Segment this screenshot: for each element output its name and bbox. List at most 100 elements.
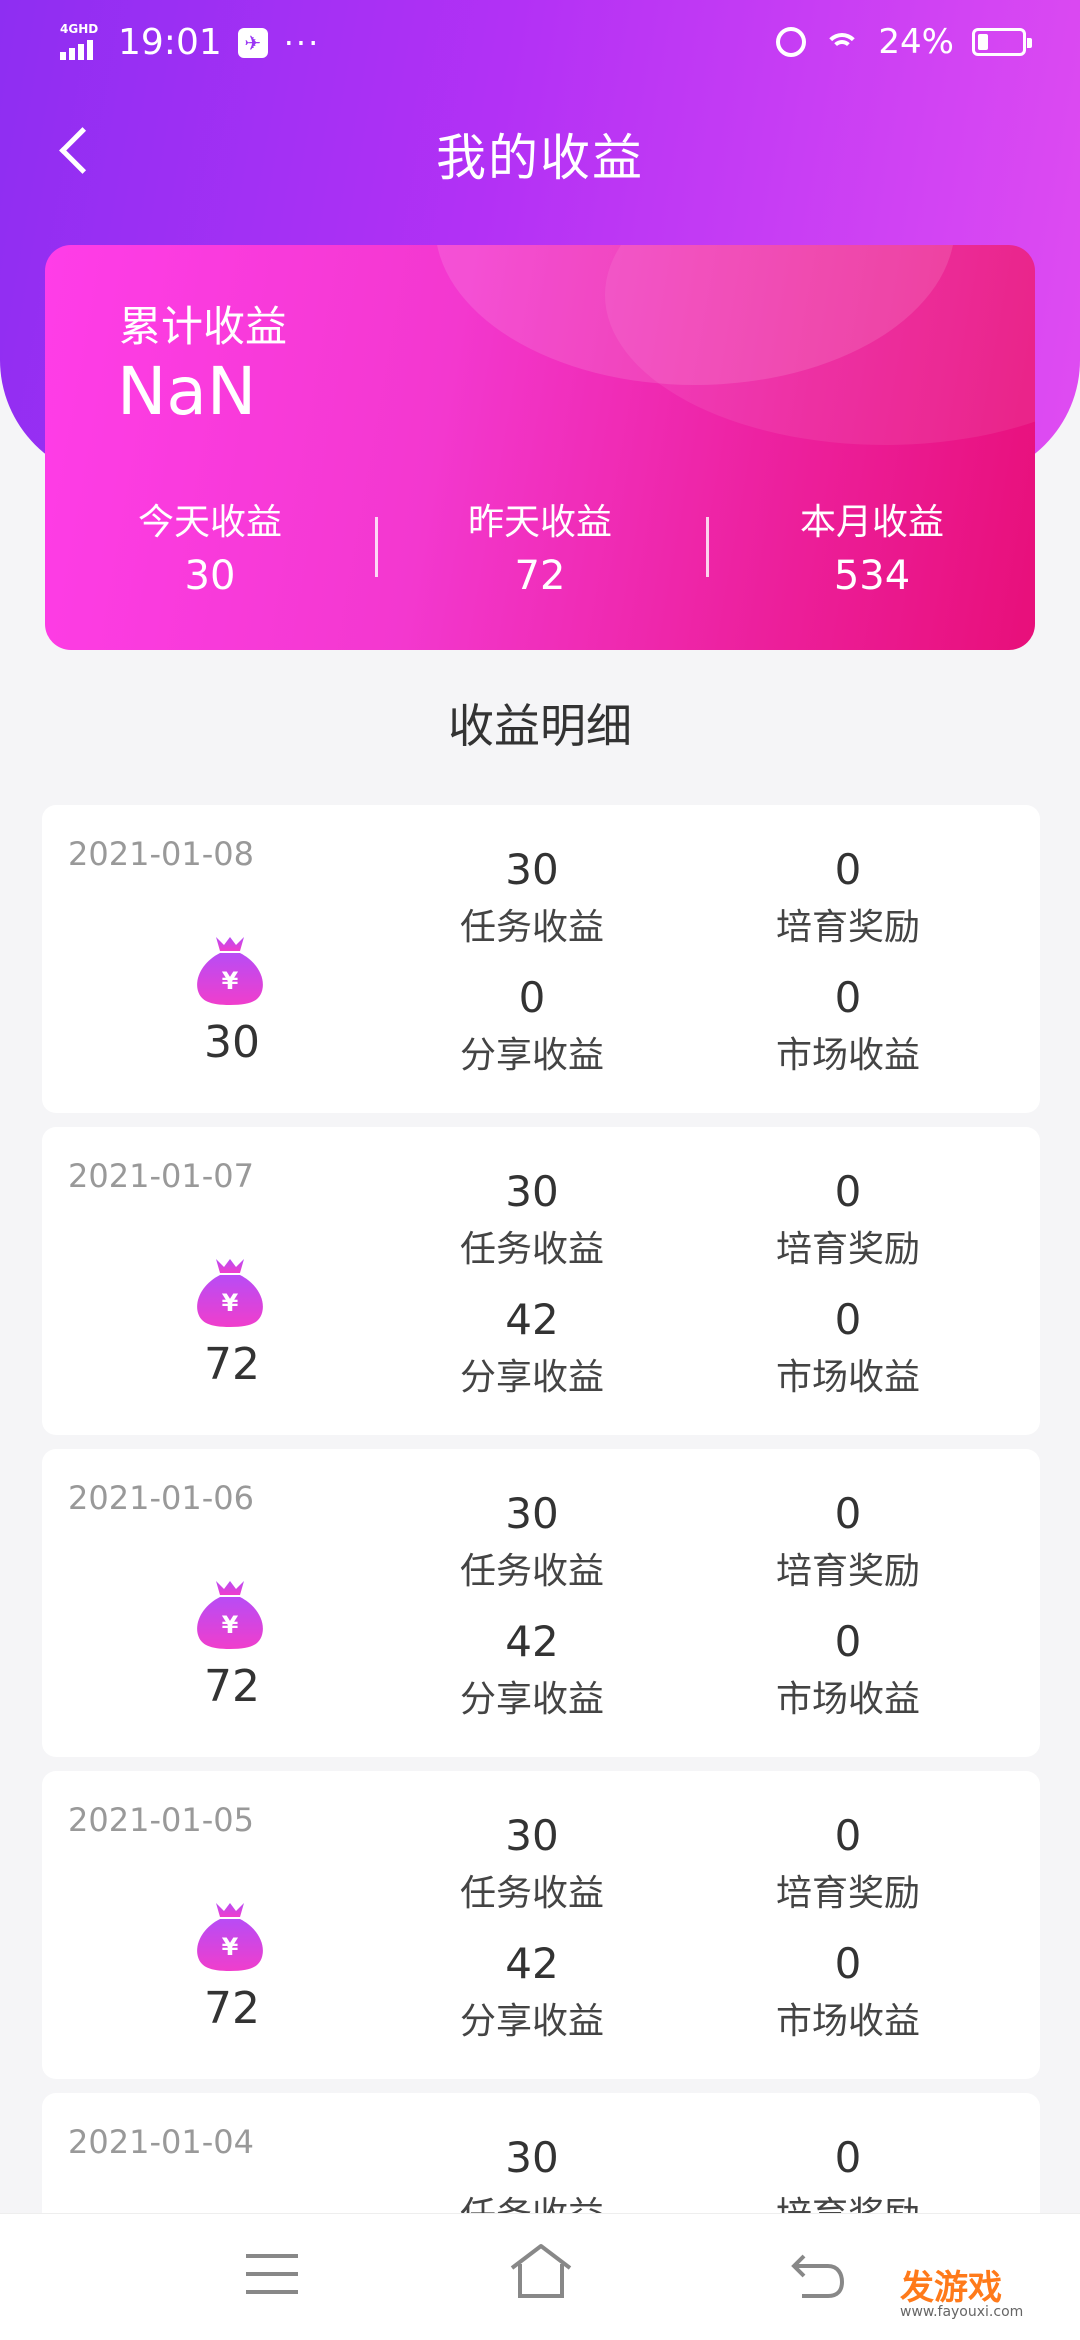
record-date: 2021-01-06 bbox=[68, 1479, 254, 1517]
share-label: 分享收益 bbox=[459, 1679, 604, 1720]
return-icon[interactable] bbox=[790, 2248, 846, 2300]
menu-icon[interactable] bbox=[246, 2254, 298, 2294]
market-value: 0 bbox=[834, 1939, 862, 1988]
record-total: 72 bbox=[204, 1661, 260, 1712]
nurture-value: 0 bbox=[834, 2133, 862, 2182]
share-earnings: 0 分享收益 bbox=[382, 973, 682, 1078]
stat-label: 今天收益 bbox=[137, 502, 282, 543]
record-date: 2021-01-08 bbox=[68, 835, 254, 873]
nav-bar: 我的收益 bbox=[0, 100, 1080, 200]
svg-text:¥: ¥ bbox=[222, 967, 239, 995]
svg-text:¥: ¥ bbox=[222, 1933, 239, 1961]
task-value: 30 bbox=[505, 2133, 559, 2182]
market-label: 市场收益 bbox=[775, 1357, 920, 1398]
nurture-reward: 0 培育奖励 bbox=[698, 1489, 998, 1594]
share-label: 分享收益 bbox=[459, 1357, 604, 1398]
market-label: 市场收益 bbox=[775, 1679, 920, 1720]
list-item[interactable]: 2021-01-05 ¥ 72 30 任务收益 0 培育奖励 42 分享收益 0… bbox=[42, 1771, 1040, 2079]
stat-yesterday: 昨天收益 72 bbox=[375, 493, 705, 599]
market-earnings: 0 市场收益 bbox=[698, 1939, 998, 2044]
task-value: 30 bbox=[505, 1811, 559, 1860]
nurture-label: 培育奖励 bbox=[775, 1873, 920, 1914]
status-bar: 4GHD 19:01 ✈ ··· 24% bbox=[0, 0, 1080, 84]
share-earnings: 42 分享收益 bbox=[382, 1939, 682, 2044]
task-value: 30 bbox=[505, 1167, 559, 1216]
nurture-label: 培育奖励 bbox=[775, 1229, 920, 1270]
stat-value: 72 bbox=[514, 553, 566, 599]
list-item[interactable]: 2021-01-06 ¥ 72 30 任务收益 0 培育奖励 42 分享收益 0… bbox=[42, 1449, 1040, 1757]
decorative-circle bbox=[605, 245, 1035, 445]
nurture-value: 0 bbox=[834, 845, 862, 894]
task-value: 30 bbox=[505, 845, 559, 894]
market-value: 0 bbox=[834, 973, 862, 1022]
nurture-value: 0 bbox=[834, 1167, 862, 1216]
share-value: 42 bbox=[505, 1939, 559, 1988]
share-value: 42 bbox=[505, 1295, 559, 1344]
share-value: 42 bbox=[505, 1617, 559, 1666]
stat-label: 昨天收益 bbox=[467, 502, 612, 543]
list-item[interactable]: 2021-01-07 ¥ 72 30 任务收益 0 培育奖励 42 分享收益 0… bbox=[42, 1127, 1040, 1435]
market-value: 0 bbox=[834, 1617, 862, 1666]
money-bag-icon: ¥ bbox=[197, 1581, 263, 1649]
stat-month: 本月收益 534 bbox=[707, 493, 1035, 599]
share-earnings: 42 分享收益 bbox=[382, 1617, 682, 1722]
task-earnings: 30 任务收益 bbox=[382, 1811, 682, 1916]
status-time: 19:01 bbox=[118, 22, 222, 63]
svg-text:¥: ¥ bbox=[222, 1611, 239, 1639]
market-earnings: 0 市场收益 bbox=[698, 973, 998, 1078]
share-earnings: 42 分享收益 bbox=[382, 1295, 682, 1400]
nurture-label: 培育奖励 bbox=[775, 1551, 920, 1592]
task-label: 任务收益 bbox=[459, 1551, 604, 1592]
page-title: 我的收益 bbox=[436, 129, 644, 187]
nurture-label: 培育奖励 bbox=[775, 907, 920, 948]
task-earnings: 30 任务收益 bbox=[382, 1167, 682, 1272]
record-total: 72 bbox=[204, 1983, 260, 2034]
nurture-value: 0 bbox=[834, 1811, 862, 1860]
money-bag-icon: ¥ bbox=[197, 1259, 263, 1327]
stat-value: 534 bbox=[833, 553, 911, 599]
market-label: 市场收益 bbox=[775, 1035, 920, 1076]
task-value: 30 bbox=[505, 1489, 559, 1538]
signal-icon: 4GHD bbox=[60, 22, 102, 60]
section-title: 收益明细 bbox=[448, 699, 632, 753]
total-earnings-value: NaN bbox=[117, 353, 257, 430]
stat-value: 30 bbox=[184, 553, 236, 599]
battery-icon bbox=[972, 28, 1032, 56]
task-label: 任务收益 bbox=[459, 1229, 604, 1270]
earnings-list: 2021-01-08 ¥ 30 30 任务收益 0 培育奖励 0 分享收益 0 … bbox=[42, 805, 1040, 2340]
battery-percent: 24% bbox=[878, 22, 954, 62]
nurture-reward: 0 培育奖励 bbox=[698, 845, 998, 950]
market-value: 0 bbox=[834, 1295, 862, 1344]
wifi-icon bbox=[824, 29, 861, 55]
nurture-reward: 0 培育奖励 bbox=[698, 1167, 998, 1272]
system-nav-bar: 发游戏 www.fayouxi.com bbox=[0, 2213, 1080, 2340]
share-label: 分享收益 bbox=[459, 1035, 604, 1076]
market-earnings: 0 市场收益 bbox=[698, 1617, 998, 1722]
alarm-icon bbox=[776, 27, 807, 57]
list-item[interactable]: 2021-01-08 ¥ 30 30 任务收益 0 培育奖励 0 分享收益 0 … bbox=[42, 805, 1040, 1113]
task-earnings: 30 任务收益 bbox=[382, 1489, 682, 1594]
telegram-icon: ✈ bbox=[237, 27, 268, 58]
home-icon[interactable] bbox=[508, 2242, 574, 2300]
money-bag-icon: ¥ bbox=[197, 937, 263, 1005]
task-label: 任务收益 bbox=[459, 907, 604, 948]
svg-text:¥: ¥ bbox=[222, 1289, 239, 1317]
stat-label: 本月收益 bbox=[799, 502, 944, 543]
task-label: 任务收益 bbox=[459, 1873, 604, 1914]
record-date: 2021-01-04 bbox=[68, 2123, 254, 2161]
money-bag-icon: ¥ bbox=[197, 1903, 263, 1971]
task-earnings: 30 任务收益 bbox=[382, 845, 682, 950]
record-total: 72 bbox=[204, 1339, 260, 1390]
share-label: 分享收益 bbox=[459, 2001, 604, 2042]
nurture-value: 0 bbox=[834, 1489, 862, 1538]
more-notifications: ··· bbox=[283, 23, 321, 62]
watermark-logo: 发游戏 www.fayouxi.com bbox=[900, 2268, 1024, 2320]
record-total: 30 bbox=[204, 1017, 260, 1068]
nurture-reward: 0 培育奖励 bbox=[698, 1811, 998, 1916]
earnings-summary-card: 累计收益 NaN 今天收益 30 昨天收益 72 本月收益 534 bbox=[45, 245, 1035, 650]
share-value: 0 bbox=[518, 973, 546, 1022]
market-earnings: 0 市场收益 bbox=[698, 1295, 998, 1400]
record-date: 2021-01-05 bbox=[68, 1801, 254, 1839]
market-label: 市场收益 bbox=[775, 2001, 920, 2042]
stat-today: 今天收益 30 bbox=[45, 493, 375, 599]
